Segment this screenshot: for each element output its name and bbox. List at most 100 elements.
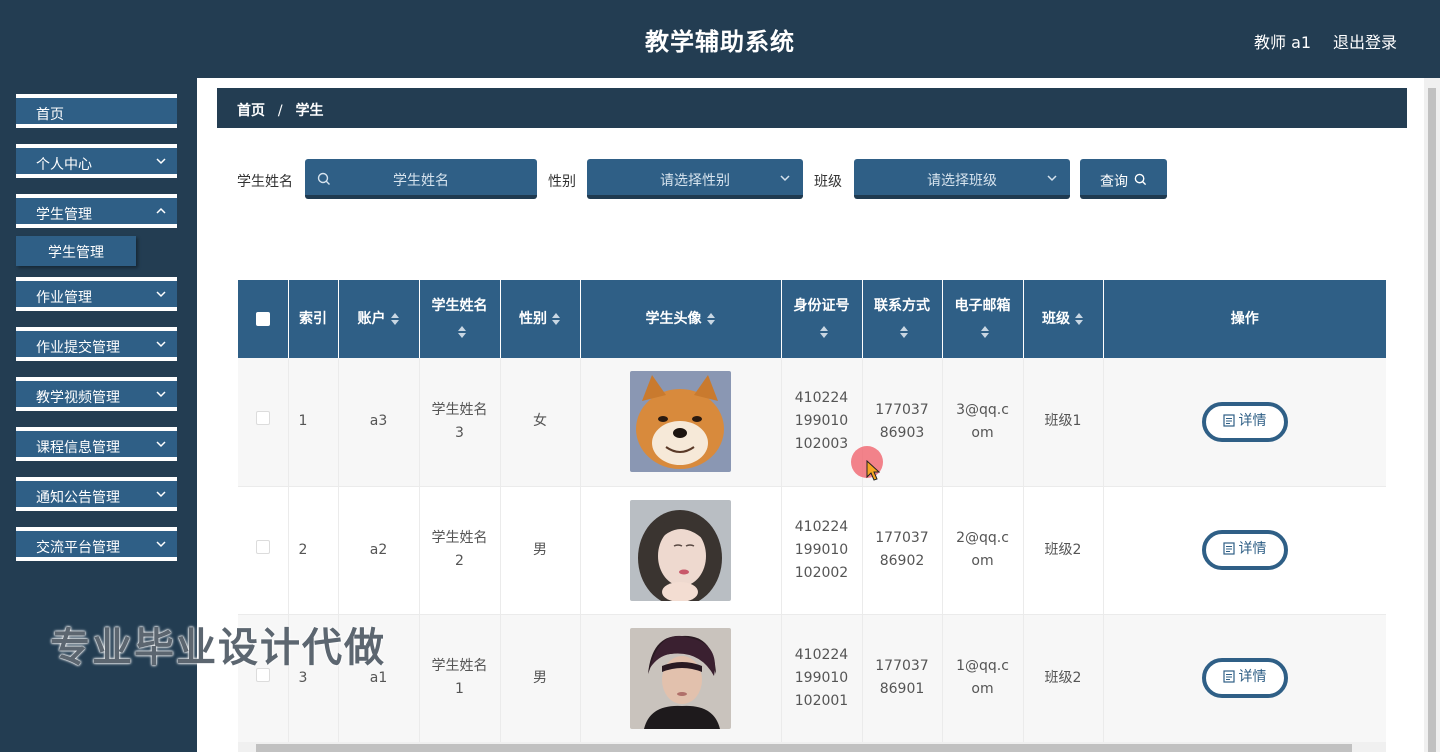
column-header-label: 身份证号: [793, 298, 850, 314]
sort-icon[interactable]: [899, 325, 909, 339]
chevron-down-icon: [156, 158, 166, 165]
select-all-checkbox[interactable]: [255, 312, 270, 326]
cell-avatar: [580, 614, 782, 743]
column-header-name[interactable]: 学生姓名: [419, 280, 501, 358]
row-checkbox[interactable]: [255, 411, 270, 426]
column-header-class[interactable]: 班级: [1023, 280, 1104, 358]
sidebar-item-home[interactable]: 首页: [16, 94, 177, 128]
column-header-phone[interactable]: 联系方式: [862, 280, 943, 358]
cell-actions: 详情: [1103, 614, 1386, 743]
select-all-header[interactable]: [238, 280, 289, 358]
app-title: 教学辅助系统: [645, 28, 795, 56]
column-header-gender[interactable]: 性别: [500, 280, 581, 358]
row-select-cell: [238, 486, 289, 615]
sidebar-item-video-mgmt[interactable]: 教学视频管理: [16, 377, 177, 411]
detail-button[interactable]: 详情: [1201, 530, 1288, 570]
sidebar-subitem-student-mgmt[interactable]: 学生管理: [16, 236, 136, 266]
column-header-id-card[interactable]: 身份证号: [781, 280, 863, 358]
column-header-avatar[interactable]: 学生头像: [580, 280, 782, 358]
row-select-cell: [238, 358, 289, 487]
sidebar-item-notice-mgmt[interactable]: 通知公告管理: [16, 477, 177, 511]
column-header-label: 学生头像: [645, 311, 702, 327]
sidebar-item-course-mgmt[interactable]: 课程信息管理: [16, 427, 177, 461]
breadcrumb-home[interactable]: 首页: [237, 103, 265, 119]
column-header-label: 学生姓名: [431, 298, 488, 314]
gender-placeholder: 请选择性别: [660, 173, 730, 189]
query-button-label: 查询: [1100, 174, 1128, 190]
detail-button-label: 详情: [1238, 669, 1267, 685]
cell-id-card: 410224199010102001: [781, 614, 863, 743]
logout-link[interactable]: 退出登录: [1333, 29, 1397, 53]
detail-button[interactable]: 详情: [1201, 658, 1288, 698]
girl-portrait-photo: [630, 499, 731, 601]
class-select[interactable]: 请选择班级: [854, 159, 1070, 199]
student-name-input[interactable]: 学生姓名: [305, 159, 537, 199]
vertical-scrollbar[interactable]: [1424, 78, 1440, 752]
cell-class: 班级1: [1023, 358, 1104, 487]
column-header-label: 账户: [357, 311, 386, 327]
sort-icon[interactable]: [706, 312, 716, 326]
cell-name: 学生姓名3: [419, 358, 501, 487]
column-header-index: 索引: [288, 280, 339, 358]
sidebar-item-label: 通知公告管理: [36, 490, 120, 506]
chevron-down-icon: [156, 391, 166, 398]
gender-select[interactable]: 请选择性别: [587, 159, 803, 199]
chevron-down-icon: [156, 341, 166, 348]
sidebar-item-homework-mgmt[interactable]: 作业管理: [16, 277, 177, 311]
cell-avatar: [580, 358, 782, 487]
column-header-account[interactable]: 账户: [338, 280, 420, 358]
column-header-actions: 操作: [1103, 280, 1386, 358]
sidebar-item-label: 作业管理: [36, 290, 92, 306]
sidebar-item-profile[interactable]: 个人中心: [16, 144, 177, 178]
document-icon: [1222, 414, 1235, 427]
row-checkbox[interactable]: [255, 539, 270, 554]
detail-button-label: 详情: [1238, 541, 1267, 557]
document-icon: [1222, 542, 1235, 555]
sort-icon[interactable]: [390, 312, 400, 326]
sidebar-item-label: 学生管理: [36, 207, 92, 223]
cell-gender: 男: [500, 486, 581, 615]
horizontal-scrollbar-thumb[interactable]: [256, 744, 1352, 752]
current-user: 教师 a1: [1254, 33, 1312, 52]
document-icon: [1222, 670, 1235, 683]
cell-id-card: 410224199010102003: [781, 358, 863, 487]
search-icon: [1134, 173, 1147, 186]
chevron-up-icon: [156, 207, 166, 214]
chevron-down-icon: [156, 491, 166, 498]
column-header-email[interactable]: 电子邮箱: [942, 280, 1024, 358]
cell-actions: 详情: [1103, 486, 1386, 615]
sidebar-item-label: 作业提交管理: [36, 340, 120, 356]
column-header-label: 操作: [1230, 311, 1259, 327]
sidebar-item-student-mgmt[interactable]: 学生管理: [16, 194, 177, 228]
cell-class: 班级2: [1023, 486, 1104, 615]
chevron-down-icon: [1047, 175, 1057, 182]
cell-email: 2@qq.com: [942, 486, 1024, 615]
column-header-label: 联系方式: [874, 298, 930, 314]
column-header-label: 索引: [299, 311, 327, 327]
cell-class: 班级2: [1023, 614, 1104, 743]
class-label: 班级: [814, 174, 842, 190]
sort-icon[interactable]: [980, 325, 990, 339]
table-header-row: 索引 账户 学生姓名 性别 学生头像 身份证号 联系方式 电子邮箱 班级 操作: [238, 280, 1386, 358]
detail-button[interactable]: 详情: [1201, 401, 1288, 442]
cell-actions: 详情: [1103, 358, 1386, 487]
cell-name: 学生姓名1: [419, 614, 501, 743]
sort-icon[interactable]: [1074, 312, 1084, 326]
sort-icon[interactable]: [551, 312, 561, 326]
gender-label: 性别: [548, 174, 576, 190]
sidebar-item-submission-mgmt[interactable]: 作业提交管理: [16, 327, 177, 361]
sort-icon[interactable]: [819, 325, 829, 339]
chevron-down-icon: [156, 541, 166, 548]
breadcrumb: 首页 / 学生: [217, 88, 1407, 128]
breadcrumb-current: 学生: [295, 103, 324, 119]
query-button[interactable]: 查询: [1080, 159, 1167, 199]
sidebar-item-label: 个人中心: [36, 157, 92, 173]
sidebar-item-forum-mgmt[interactable]: 交流平台管理: [16, 527, 177, 561]
sort-icon[interactable]: [457, 325, 467, 339]
shiba-dog-photo: [630, 371, 731, 473]
class-placeholder: 请选择班级: [927, 173, 997, 189]
student-name-label: 学生姓名: [237, 174, 293, 190]
horizontal-scrollbar[interactable]: [238, 742, 1386, 752]
vertical-scrollbar-thumb[interactable]: [1428, 88, 1436, 752]
sidebar-item-label: 首页: [36, 107, 64, 123]
